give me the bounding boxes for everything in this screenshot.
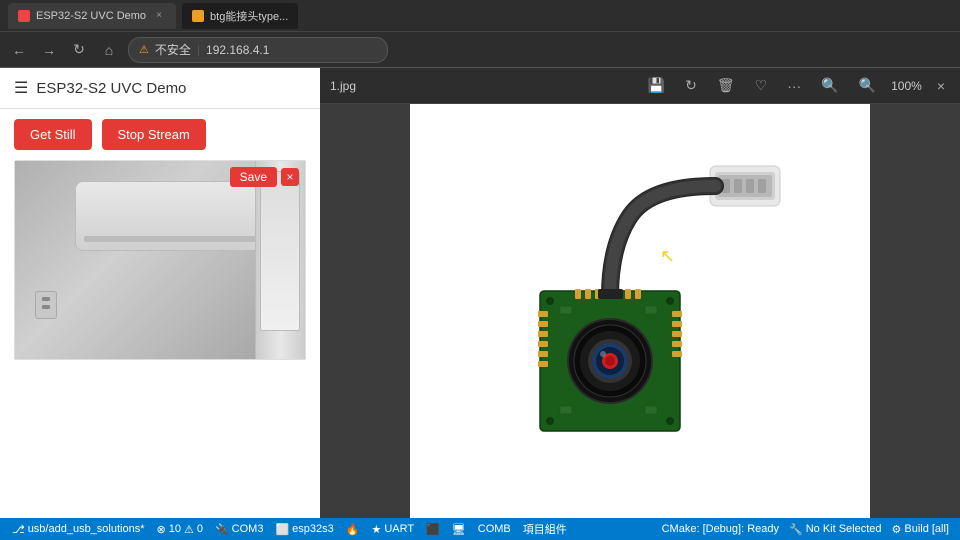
chip-label: esp32s3 <box>292 523 334 535</box>
zoom-level: 100% <box>891 79 922 93</box>
toolbar-delete-button[interactable]: 🗑 <box>712 75 740 96</box>
status-errors[interactable]: ⊗ 10 ⚠ 0 <box>151 518 209 540</box>
status-git[interactable]: ⎇ usb/add_usb_solutions* <box>6 518 151 540</box>
tab-close-esp32[interactable]: × <box>152 9 166 23</box>
address-text: 192.168.4.1 <box>206 43 269 57</box>
toolbar-zoom-in-button[interactable]: 🔍 <box>854 75 881 96</box>
toolbar-zoom-out-button[interactable]: 🔍 <box>816 75 843 96</box>
address-input[interactable]: ⚠ 不安全 | 192.168.4.1 <box>128 37 388 63</box>
toolbar-rotate-button[interactable]: ↻ <box>680 75 702 96</box>
terminal-icon: ⬛ <box>426 523 440 536</box>
uart-label: UART <box>384 523 414 535</box>
address-divider: | <box>197 43 200 57</box>
browser-tab-bar: ESP32-S2 UVC Demo × btg能接头type... <box>0 0 960 32</box>
tab-label-btg: btg能接头type... <box>210 8 288 24</box>
image-toolbar: 1.jpg 💾 ↻ 🗑 ♡ ··· 🔍 🔍 100% × <box>320 68 960 104</box>
camera-preview: Save × <box>14 160 306 360</box>
status-nokit[interactable]: 🔧 No Kit Selected <box>784 518 887 540</box>
right-panel: 1.jpg 💾 ↻ 🗑 ♡ ··· 🔍 🔍 100% × <box>320 68 960 518</box>
plug-icon: 🔌 <box>215 523 229 536</box>
error-icon: ⊗ <box>157 523 166 536</box>
build-label: Build <box>904 523 928 535</box>
toolbar-close-button[interactable]: × <box>932 76 950 96</box>
get-still-button[interactable]: Get Still <box>14 119 92 150</box>
status-cmake[interactable]: CMake: [Debug]: Ready <box>657 518 784 540</box>
outlet-holes <box>36 292 56 314</box>
status-build[interactable]: ⚙ Build [all] <box>887 518 954 540</box>
tab-btg[interactable]: btg能接头type... <box>182 3 298 29</box>
tab-esp32[interactable]: ESP32-S2 UVC Demo × <box>8 3 176 29</box>
toolbar-save-button[interactable]: 💾 <box>643 75 670 96</box>
forward-button[interactable]: → <box>38 39 60 61</box>
content-area: ☰ ESP32-S2 UVC Demo Get Still Stop Strea… <box>0 68 960 518</box>
left-panel: ☰ ESP32-S2 UVC Demo Get Still Stop Strea… <box>0 68 320 518</box>
comb-label: COMB <box>478 523 511 535</box>
monitor-icon: 🖥 <box>452 523 466 536</box>
image-filename: 1.jpg <box>330 79 356 93</box>
flame-icon: 🔥 <box>346 523 360 536</box>
status-chip[interactable]: ⬜ esp32s3 <box>269 518 339 540</box>
home-button[interactable]: ⌂ <box>98 39 120 61</box>
save-overlay: Save × <box>230 167 299 187</box>
cmake-label: CMake: [Debug]: Ready <box>662 523 779 535</box>
hamburger-icon[interactable]: ☰ <box>14 78 28 98</box>
tab-label-esp32: ESP32-S2 UVC Demo <box>36 10 146 22</box>
outlet-hole-1 <box>42 297 50 301</box>
ac-slot <box>84 236 276 242</box>
build-all-label: [all] <box>932 523 949 535</box>
image-background: ↖ <box>410 104 870 518</box>
refresh-button[interactable]: ↻ <box>68 39 90 61</box>
status-uart[interactable]: ★ UART <box>365 518 420 540</box>
button-row: Get Still Stop Stream <box>0 109 320 160</box>
ac-panel <box>260 171 300 331</box>
save-button[interactable]: Save <box>230 167 277 187</box>
chip-icon: ⬜ <box>275 523 289 536</box>
status-terminal[interactable]: ⬛ <box>420 518 446 540</box>
toolbar-more-button[interactable]: ··· <box>782 76 806 96</box>
outlet-hole-2 <box>42 305 50 309</box>
tab-favicon-btg <box>192 10 204 22</box>
image-canvas: ↖ <box>320 104 960 518</box>
warning-icon-status: ⚠ <box>184 523 194 536</box>
preview-close-button[interactable]: × <box>281 168 299 186</box>
items-label: 項目組件 <box>523 521 567 537</box>
tab-favicon-esp32 <box>18 10 30 22</box>
camera-module-image <box>450 121 830 501</box>
wall-outlet <box>35 291 57 319</box>
status-flame[interactable]: 🔥 <box>340 518 366 540</box>
wrench-icon: 🔧 <box>789 523 803 536</box>
status-comb[interactable]: COMB <box>472 518 517 540</box>
nokit-label: No Kit Selected <box>806 523 882 535</box>
ac-unit <box>75 181 285 251</box>
build-icon: ⚙ <box>892 523 902 536</box>
warning-label: 不安全 <box>155 41 191 58</box>
warning-count: 0 <box>197 523 203 535</box>
status-com[interactable]: 🔌 COM3 <box>209 518 269 540</box>
back-button[interactable]: ← <box>8 39 30 61</box>
status-bar: ⎇ usb/add_usb_solutions* ⊗ 10 ⚠ 0 🔌 COM3… <box>0 518 960 540</box>
git-branch-label: usb/add_usb_solutions* <box>28 523 145 535</box>
panel-header: ☰ ESP32-S2 UVC Demo <box>0 68 320 109</box>
address-bar-row: ← → ↻ ⌂ ⚠ 不安全 | 192.168.4.1 <box>0 32 960 68</box>
status-items[interactable]: 項目組件 <box>517 518 573 540</box>
git-icon: ⎇ <box>12 523 25 536</box>
toolbar-heart-button[interactable]: ♡ <box>750 75 773 96</box>
error-count: 10 <box>169 523 181 535</box>
panel-title: ESP32-S2 UVC Demo <box>36 80 186 97</box>
uart-icon: ★ <box>371 523 381 536</box>
com-label: COM3 <box>232 523 264 535</box>
camera-canvas <box>15 161 305 359</box>
warning-icon: ⚠ <box>139 43 149 56</box>
stop-stream-button[interactable]: Stop Stream <box>102 119 206 150</box>
status-monitor[interactable]: 🖥 <box>446 518 472 540</box>
